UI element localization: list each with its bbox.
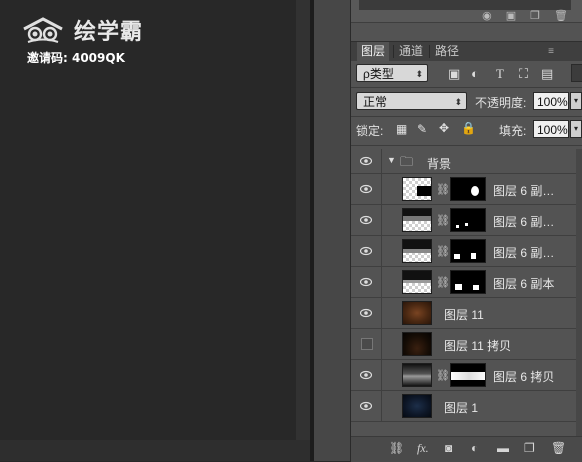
trash-icon[interactable]: 🗑 — [554, 9, 568, 22]
lock-transparent-icon[interactable]: ▦ — [396, 122, 407, 136]
collapsed-panel-dock[interactable] — [314, 0, 351, 461]
layer-name: 图层 1 — [444, 401, 479, 415]
add-mask-icon[interactable]: ◙ — [445, 441, 452, 455]
layer-thumbnail — [402, 301, 432, 325]
eye-icon[interactable] — [360, 214, 372, 226]
panel-top-strip: ◉ ▣ ❐ 🗑 — [351, 0, 582, 23]
eye-icon[interactable] — [360, 369, 372, 381]
layer-row[interactable]: 图层 11 — [351, 298, 582, 329]
link-layers-icon[interactable]: ⛓ — [389, 441, 404, 455]
layer-thumbnail — [402, 208, 432, 232]
canvas-edge — [296, 0, 310, 461]
lock-paint-icon[interactable]: ✎ — [417, 122, 427, 136]
layer-row[interactable]: ⛓ 图层 6 副本 — [351, 267, 582, 298]
layer-row[interactable]: ⛓ 图层 6 拷贝 — [351, 360, 582, 391]
tab-channels[interactable]: 通道 — [395, 42, 427, 61]
watermark-logo: 绘学霸 — [20, 14, 143, 46]
fill-input[interactable]: 100% — [533, 120, 569, 138]
chevron-updown-icon: ⬍ — [454, 97, 462, 107]
camera-icon[interactable]: ▣ — [506, 9, 516, 22]
adjustment-layer-icon[interactable]: ◐ — [471, 441, 478, 455]
layer-row[interactable]: 图层 1 — [351, 391, 582, 422]
canvas-bottom-strip — [0, 440, 310, 461]
layer-row[interactable]: ⛓ 图层 6 副… — [351, 174, 582, 205]
eye-icon[interactable] — [360, 276, 372, 288]
opacity-input[interactable]: 100% — [533, 92, 569, 110]
layer-group-row[interactable]: ▼ 🗀 背景 — [351, 149, 582, 174]
chain-link-icon[interactable]: ⛓ — [436, 276, 450, 289]
visibility-toggle-off[interactable] — [361, 338, 373, 350]
chain-link-icon[interactable]: ⛓ — [436, 183, 450, 196]
eye-toggle-icon[interactable]: ◉ — [482, 9, 492, 22]
layers-bottom-bar: ⛓ fx. ◙ ◐ ▬ ❐ 🗑 — [351, 436, 582, 462]
new-layer-icon[interactable]: ❐ — [524, 441, 535, 455]
chevron-updown-icon: ⬍ — [415, 69, 423, 79]
filter-kind-label: ρ类型 — [363, 67, 394, 81]
filter-toggle[interactable] — [571, 64, 582, 82]
layer-name: 图层 6 副… — [493, 246, 555, 260]
layer-row[interactable]: 图层 11 拷贝 — [351, 329, 582, 360]
layer-name: 背景 — [427, 157, 452, 171]
invite-code: 邀请码: 4009QK — [27, 51, 125, 65]
opacity-label: 不透明度: — [475, 96, 527, 110]
eye-icon[interactable] — [360, 183, 372, 195]
panel-tabs: 图层 通道 路径 ≡ — [351, 41, 582, 61]
layer-name: 图层 6 拷贝 — [493, 370, 555, 384]
layers-scrollbar[interactable] — [576, 149, 582, 436]
fill-label: 填充: — [499, 124, 527, 138]
layer-name: 图层 11 — [444, 308, 484, 322]
layer-thumbnail — [402, 177, 432, 201]
new-icon[interactable]: ❐ — [530, 9, 540, 22]
layer-thumbnail — [402, 332, 432, 356]
eye-icon[interactable] — [360, 155, 372, 167]
layer-row[interactable]: ⛓ 图层 6 副… — [351, 236, 582, 267]
layer-mask-thumbnail[interactable] — [450, 270, 486, 294]
folder-icon: 🗀 — [400, 154, 414, 169]
layer-name: 图层 11 拷贝 — [444, 339, 512, 353]
fill-dropdown-icon[interactable]: ▾ — [570, 120, 582, 138]
eye-icon[interactable] — [360, 307, 372, 319]
new-group-icon[interactable]: ▬ — [497, 441, 509, 455]
opacity-dropdown-icon[interactable]: ▾ — [570, 92, 582, 110]
layer-thumbnail — [402, 394, 432, 418]
trash-icon[interactable]: 🗑 — [551, 441, 566, 455]
layer-mask-thumbnail[interactable] — [450, 208, 486, 232]
layers-panel: ◉ ▣ ❐ 🗑 图层 通道 路径 ≡ ρ类型 ⬍ ▣ ◐ T ⛶ ▤ 正常 ⬍ … — [351, 0, 582, 462]
chain-link-icon[interactable]: ⛓ — [436, 214, 450, 227]
filter-kind-select[interactable]: ρ类型 ⬍ — [356, 64, 428, 82]
blend-mode-select[interactable]: 正常 ⬍ — [356, 92, 467, 110]
image-filter-icon[interactable]: ▣ — [448, 66, 460, 82]
type-filter-icon[interactable]: T — [496, 66, 504, 82]
eye-icon[interactable] — [360, 245, 372, 257]
lock-label: 锁定: — [356, 124, 384, 138]
fx-icon[interactable]: fx. — [417, 441, 429, 456]
layer-mask-thumbnail[interactable] — [450, 177, 486, 201]
layer-thumbnail — [402, 239, 432, 263]
chain-link-icon[interactable]: ⛓ — [436, 369, 450, 382]
canvas-area[interactable] — [0, 0, 296, 461]
smart-object-filter-icon[interactable]: ▤ — [541, 66, 553, 82]
eye-icon[interactable] — [360, 400, 372, 412]
layer-name: 图层 6 副… — [493, 184, 555, 198]
logo-text: 绘学霸 — [74, 20, 144, 45]
chain-link-icon[interactable]: ⛓ — [436, 245, 450, 258]
cloud-swirl-logo-icon — [23, 17, 63, 43]
layer-mask-thumbnail[interactable] — [450, 239, 486, 263]
layer-name: 图层 6 副… — [493, 215, 555, 229]
layer-thumbnail — [402, 363, 432, 387]
panel-menu-icon[interactable]: ≡ — [548, 46, 554, 57]
tab-layers[interactable]: 图层 — [357, 42, 390, 61]
adjustment-filter-icon[interactable]: ◐ — [471, 66, 479, 81]
blend-mode-value: 正常 — [363, 95, 388, 109]
lock-position-icon[interactable]: ✥ — [439, 121, 449, 135]
layer-row[interactable]: ⛓ 图层 6 副… — [351, 205, 582, 236]
tab-paths[interactable]: 路径 — [431, 42, 463, 61]
layer-mask-thumbnail[interactable] — [450, 363, 486, 387]
expand-triangle-icon[interactable]: ▼ — [387, 155, 396, 165]
lock-all-icon[interactable]: 🔒 — [461, 121, 476, 135]
shape-filter-icon[interactable]: ⛶ — [519, 66, 528, 82]
layer-name: 图层 6 副本 — [493, 277, 555, 291]
layer-thumbnail — [402, 270, 432, 294]
